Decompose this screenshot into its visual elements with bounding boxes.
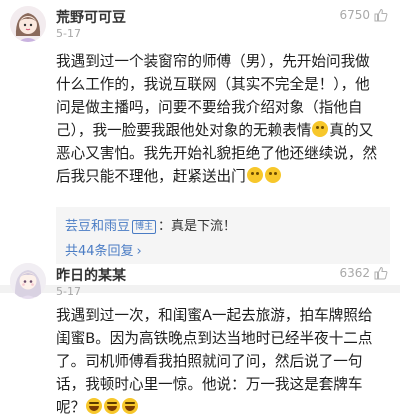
comment-line-part: 己），我一脸要我跟他处对象的无赖表情 xyxy=(56,122,312,139)
comment-line: 恶心又害怕。我先开始礼貌拒绝了他还继续说，然 xyxy=(56,145,378,162)
reply-username[interactable]: 芸豆和雨豆 xyxy=(65,219,130,234)
like-button[interactable]: 6750 xyxy=(339,8,388,22)
comment-line-with-emoji: 呢？ xyxy=(56,396,390,419)
like-count: 6362 xyxy=(339,266,370,280)
comment-line: 我遇到过一个装窗帘的师傅（男），先开始问我做 xyxy=(56,53,370,70)
comment-text: 我遇到过一次，和闺蜜A一起去旅游，拍车牌照给 闺蜜B。因为高铁晚点到达当地时已经… xyxy=(56,304,390,419)
comment-line-part: 呢？ xyxy=(56,399,86,416)
reply-preview[interactable]: 芸豆和雨豆 博主 ：真是下流！ 共44条回复 › xyxy=(56,207,390,264)
comment-line-with-emoji: 后我只能不理他，赶紧送出门 xyxy=(56,165,390,188)
avatar-girl-icon xyxy=(10,263,46,299)
comment-line: 我遇到过一次，和闺蜜A一起去旅游，拍车牌照给 xyxy=(56,307,373,324)
like-count: 6750 xyxy=(339,8,370,22)
avatar-girl-icon xyxy=(10,6,46,42)
laugh-cry-icon xyxy=(104,398,121,414)
comment-line: 闺蜜B。因为高铁晚点到达当地时已经半夜十二点 xyxy=(56,330,373,347)
avatar-2[interactable] xyxy=(10,263,46,299)
comment-line-part: 后我只能不理他，赶紧送出门 xyxy=(56,168,246,185)
grin-face-icon xyxy=(246,167,263,183)
comment-username[interactable]: 荒野可可豆 xyxy=(56,7,126,27)
thumbs-up-icon xyxy=(374,8,388,22)
avatar[interactable] xyxy=(10,6,46,42)
comment-date: 5-17 xyxy=(56,285,81,298)
view-replies-link[interactable]: 共44条回复 › xyxy=(65,240,142,259)
reply-count-label: 共44条回复 xyxy=(65,244,134,259)
comment-line-part: 真的又 xyxy=(329,122,374,139)
thumbs-up-icon xyxy=(374,266,388,280)
laugh-cry-icon xyxy=(122,398,139,414)
comment-username[interactable]: 昨日的某某 xyxy=(56,265,126,285)
comment-line: 什么工作的，我说互联网（其实不完全是！），他 xyxy=(56,76,370,93)
comment-line-with-emoji: 己），我一脸要我跟他处对象的无赖表情 真的又 xyxy=(56,119,390,142)
grin-face-icon xyxy=(264,167,281,183)
comment-date: 5-17 xyxy=(56,27,81,40)
grin-face-icon xyxy=(312,121,329,137)
author-badge: 博主 xyxy=(132,220,157,234)
comment-line: 了。司机师傅看我拍照就问了问，然后说了一句 xyxy=(56,353,363,370)
reply-text: ：真是下流！ xyxy=(158,219,237,234)
like-button[interactable]: 6362 xyxy=(339,266,388,280)
comment-text: 我遇到过一个装窗帘的师傅（男），先开始问我做 什么工作的，我说互联网（其实不完全… xyxy=(56,50,390,188)
chevron-right-icon: › xyxy=(136,244,142,259)
comment-line: 话，我顿时心里一惊。他说：万一我这是套牌车 xyxy=(56,376,363,393)
reply-item: 芸豆和雨豆 博主 ：真是下流！ xyxy=(65,215,236,234)
comment-line: 问是做主播吗，问要不要给我介绍对象（指他自 xyxy=(56,99,363,116)
laugh-cry-icon xyxy=(86,398,103,414)
